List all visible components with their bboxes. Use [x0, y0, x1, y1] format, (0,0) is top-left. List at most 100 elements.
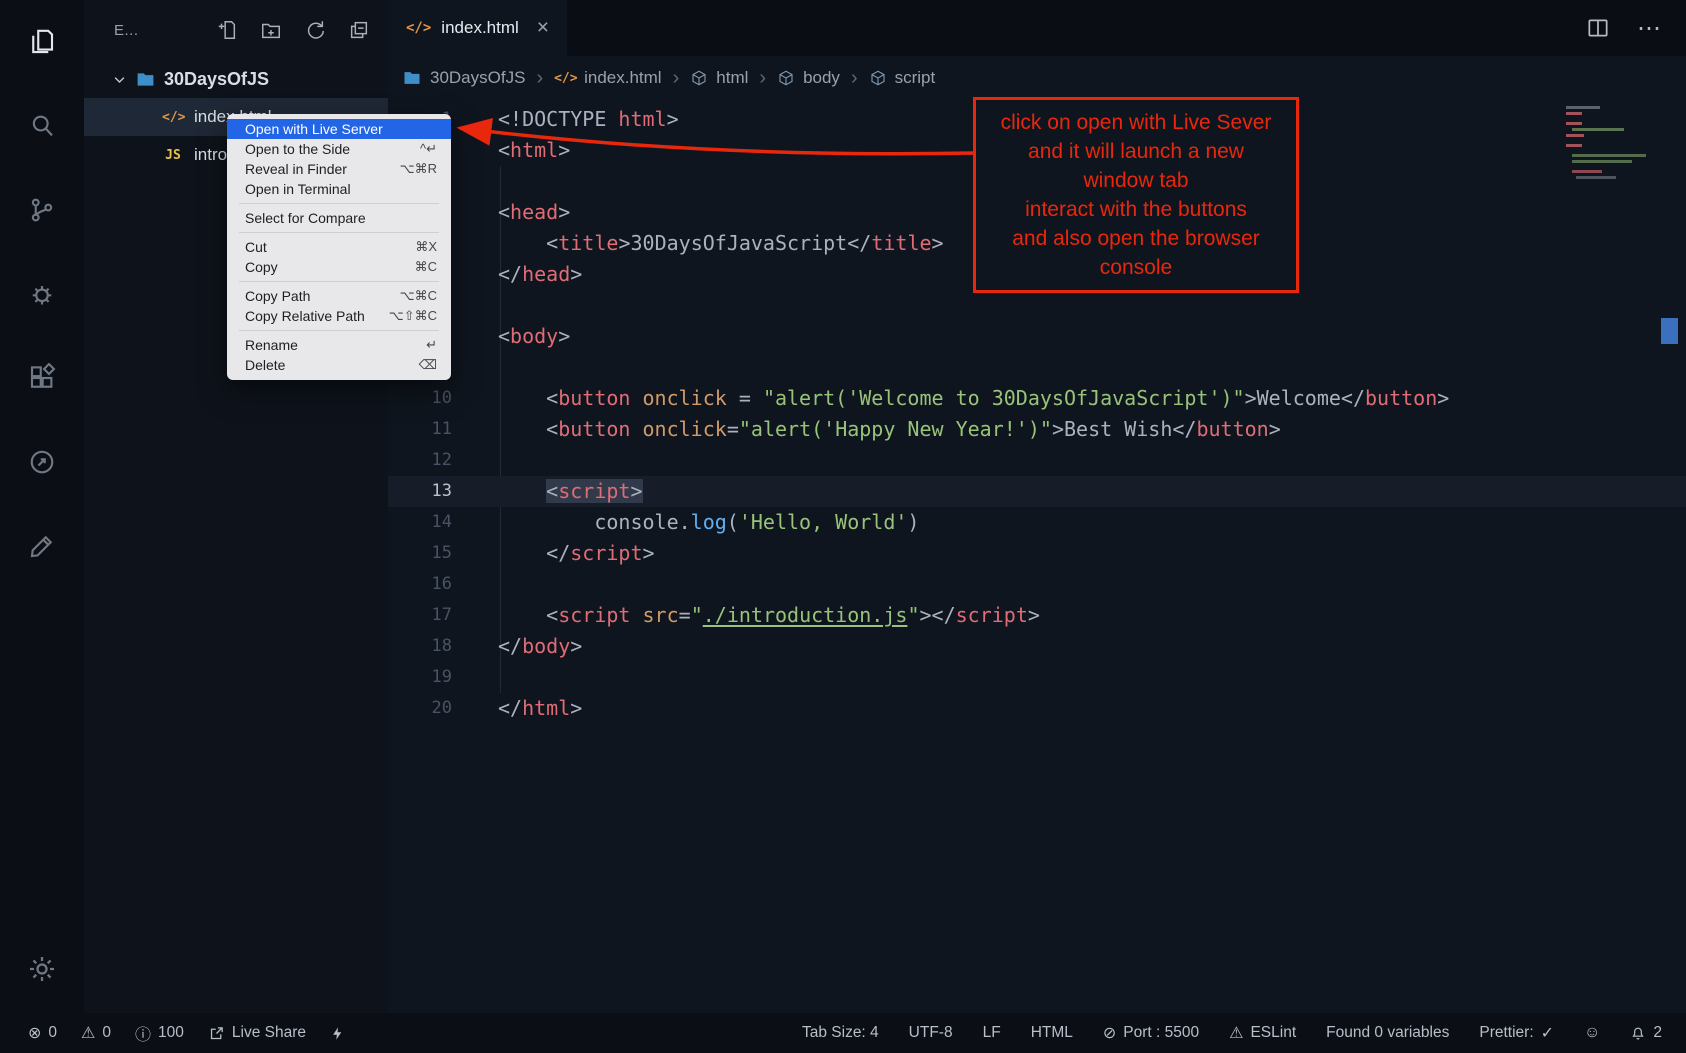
variables-status[interactable]: Found 0 variables — [1326, 1024, 1449, 1042]
code-line: <script> — [388, 476, 1686, 507]
port-icon: ⊘ — [1103, 1023, 1116, 1043]
menu-item-shortcut: ↵ — [426, 337, 437, 353]
info-status[interactable]: ⓘ100 — [135, 1021, 184, 1045]
eslint-label: ESLint — [1250, 1024, 1296, 1042]
menu-item-label: Select for Compare — [245, 210, 366, 226]
status-bar-right: Tab Size: 4 UTF-8 LF HTML ⊘Port : 5500 ⚠… — [802, 1023, 1662, 1043]
menu-item-copy-path[interactable]: Copy Path ⌥⌘C — [227, 286, 451, 306]
menu-item-open-in-terminal[interactable]: Open in Terminal — [227, 179, 451, 199]
explorer-icon[interactable] — [22, 22, 62, 62]
run-debug-icon[interactable] — [22, 274, 62, 314]
status-bar: ⊗0 ⚠0 ⓘ100 Live Share Tab Size: 4 UTF-8 … — [0, 1013, 1686, 1053]
lightning-icon — [330, 1025, 345, 1042]
errors-count: 0 — [48, 1024, 57, 1042]
breadcrumb-label: 30DaysOfJS — [430, 68, 525, 88]
feedback-pen-icon[interactable] — [22, 526, 62, 566]
prettier-label: Prettier: — [1479, 1024, 1533, 1042]
folder-icon — [402, 68, 422, 88]
menu-item-delete[interactable]: Delete⌫ — [227, 355, 451, 375]
symbol-cube-icon — [869, 69, 887, 87]
menu-item-label: Copy Path — [245, 288, 310, 304]
eslint-status[interactable]: ⚠ESLint — [1229, 1023, 1296, 1043]
breadcrumb-label: html — [716, 68, 748, 88]
tab-label: index.html — [441, 18, 518, 38]
live-share-icon — [208, 1025, 225, 1042]
menu-item-open-to-the-side[interactable]: Open to the Side^↵ — [227, 139, 451, 159]
source-control-icon[interactable] — [22, 190, 62, 230]
breadcrumb-item-html[interactable]: html — [690, 68, 748, 88]
menu-item-copy[interactable]: Copy⌘C — [227, 257, 451, 277]
menu-item-shortcut: ^↵ — [420, 141, 437, 157]
prettier-status[interactable]: Prettier:✓ — [1479, 1023, 1554, 1043]
refresh-icon[interactable] — [304, 19, 326, 41]
menu-item-copy-relative-path[interactable]: Copy Relative Path⌥⇧⌘C — [227, 306, 451, 326]
code-line: console.log('Hello, World') — [388, 507, 1686, 538]
activity-bar-top — [22, 22, 62, 566]
notifications-status[interactable]: 2 — [1630, 1024, 1662, 1042]
warnings-status[interactable]: ⚠0 — [81, 1023, 111, 1043]
status-bar-left: ⊗0 ⚠0 ⓘ100 Live Share — [28, 1021, 345, 1045]
lightning-status[interactable] — [330, 1025, 345, 1042]
line-number: 12 — [388, 445, 498, 476]
menu-item-cut[interactable]: Cut ⌘X — [227, 237, 451, 257]
feedback-status[interactable]: ☺ — [1584, 1024, 1600, 1042]
tab-size-status[interactable]: Tab Size: 4 — [802, 1024, 879, 1042]
code-line: <body> — [388, 321, 1686, 352]
code-line — [388, 569, 1686, 600]
warnings-count: 0 — [102, 1024, 111, 1042]
search-icon[interactable] — [22, 106, 62, 146]
menu-item-rename[interactable]: Rename ↵ — [227, 335, 451, 355]
new-file-icon[interactable] — [216, 19, 238, 41]
html-file-icon: </> — [406, 20, 431, 36]
live-share-icon[interactable] — [22, 442, 62, 482]
breadcrumb-item-script[interactable]: script — [869, 68, 936, 88]
eol-status[interactable]: LF — [983, 1024, 1001, 1042]
menu-item-select-for-compare[interactable]: Select for Compare — [227, 208, 451, 228]
settings-gear-icon[interactable] — [22, 949, 62, 989]
tree-folder-30daysofjs[interactable]: 30DaysOfJS — [84, 60, 388, 98]
menu-item-label: Reveal in Finder — [245, 161, 347, 177]
menu-separator — [239, 203, 439, 204]
menu-item-open-with-live-server[interactable]: Open with Live Server — [227, 119, 451, 139]
menu-item-shortcut: ⌘X — [415, 239, 437, 255]
collapse-folders-icon[interactable] — [348, 19, 370, 41]
menu-item-label: Open with Live Server — [245, 121, 383, 137]
menu-item-label: Open in Terminal — [245, 181, 351, 197]
language-status[interactable]: HTML — [1031, 1024, 1073, 1042]
explorer-header: E... — [84, 0, 388, 60]
new-folder-icon[interactable] — [260, 19, 282, 41]
chevron-down-icon — [112, 72, 127, 87]
menu-item-label: Rename — [245, 337, 298, 353]
menu-item-label: Cut — [245, 239, 267, 255]
menu-item-shortcut: ⌥⌘C — [400, 288, 437, 304]
split-editor-icon[interactable] — [1585, 15, 1611, 41]
extensions-icon[interactable] — [22, 358, 62, 398]
menu-separator — [239, 281, 439, 282]
minimap[interactable] — [1564, 104, 1656, 182]
breadcrumb-item-file[interactable]: </> index.html — [554, 68, 661, 88]
menu-item-label: Delete — [245, 357, 285, 373]
code-line — [388, 662, 1686, 693]
editor-actions: ⋯ — [1585, 0, 1662, 56]
errors-status[interactable]: ⊗0 — [28, 1023, 57, 1043]
menu-item-reveal-in-finder[interactable]: Reveal in Finder⌥⌘R — [227, 159, 451, 179]
code-line — [388, 290, 1686, 321]
close-tab-icon[interactable]: × — [537, 16, 549, 40]
encoding-status[interactable]: UTF-8 — [909, 1024, 953, 1042]
annotation-line: window tab — [980, 166, 1292, 195]
breadcrumb: 30DaysOfJS › </> index.html › html › bod… — [388, 56, 1686, 100]
info-count: 100 — [158, 1024, 184, 1042]
code-line — [388, 445, 1686, 476]
notifications-count: 2 — [1653, 1024, 1662, 1042]
port-status[interactable]: ⊘Port : 5500 — [1103, 1023, 1199, 1043]
chevron-right-icon: › — [759, 67, 766, 90]
context-menu: Open with Live ServerOpen to the Side^↵R… — [227, 114, 451, 380]
breadcrumb-item-folder[interactable]: 30DaysOfJS — [402, 68, 525, 88]
js-file-icon: JS — [162, 148, 184, 163]
live-share-status[interactable]: Live Share — [208, 1024, 306, 1042]
breadcrumb-item-body[interactable]: body — [777, 68, 840, 88]
menu-item-label: Copy — [245, 259, 278, 275]
tab-index-html[interactable]: </> index.html × — [388, 0, 567, 56]
more-actions-icon[interactable]: ⋯ — [1637, 14, 1662, 43]
chevron-right-icon: › — [673, 67, 680, 90]
